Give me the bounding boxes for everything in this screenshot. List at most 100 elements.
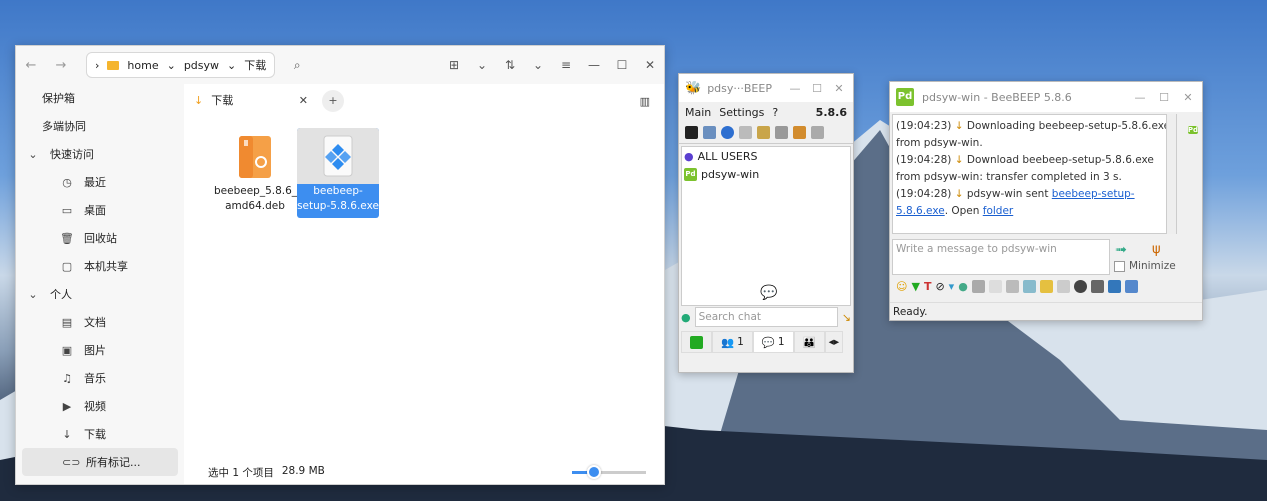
music-icon: ♫ bbox=[62, 371, 72, 385]
minimize-button[interactable]: — bbox=[787, 82, 803, 95]
font-icon[interactable]: T bbox=[924, 280, 932, 293]
tab-users[interactable]: 👥 1 bbox=[712, 331, 753, 353]
sidebar-item-documents[interactable]: ▤ 文档 bbox=[16, 308, 184, 336]
close-tab-icon[interactable]: ✕ bbox=[299, 94, 308, 107]
sidebar-item-downloads[interactable]: ↓ 下载 bbox=[16, 420, 184, 448]
send-button[interactable]: ➟ bbox=[1115, 242, 1127, 258]
share-icon[interactable] bbox=[1039, 280, 1053, 293]
maximize-button[interactable]: ☐ bbox=[608, 58, 636, 72]
trash-icon[interactable] bbox=[811, 126, 824, 139]
sidebar-item-recent[interactable]: ◷ 最近 bbox=[16, 168, 184, 196]
file-name-line2: amd64.deb bbox=[225, 200, 285, 212]
chat-message: (19:04:23) ↓ Downloading beebeep-setup-5… bbox=[896, 118, 1173, 152]
screenshot-icon[interactable] bbox=[971, 280, 985, 293]
close-button[interactable]: ✕ bbox=[1180, 91, 1196, 104]
zoom-slider[interactable] bbox=[572, 465, 646, 479]
minimize-checkbox[interactable]: Minimize bbox=[1114, 260, 1176, 272]
search-icon[interactable]: ⌕ bbox=[283, 58, 311, 73]
sidebar-section-quick-access[interactable]: ⌄ 快速访问 bbox=[16, 140, 184, 168]
minimize-button[interactable]: — bbox=[580, 58, 608, 72]
file-item[interactable]: beebeep_5.8.6_ amd64.deb bbox=[214, 128, 297, 214]
file-item-selected[interactable]: beebeep- setup-5.8.6.exe bbox=[297, 128, 379, 218]
print-icon[interactable] bbox=[1005, 280, 1019, 293]
network-icon[interactable] bbox=[721, 126, 734, 139]
clear-search-icon[interactable]: ↘ bbox=[842, 311, 851, 324]
groups-icon[interactable] bbox=[739, 126, 752, 139]
back-button[interactable]: ← bbox=[16, 58, 46, 73]
sidebar-section-label: 个人 bbox=[50, 288, 72, 301]
clear-icon[interactable] bbox=[1056, 280, 1070, 293]
sidebar-section-personal[interactable]: ⌄ 个人 bbox=[16, 280, 184, 308]
split-view-icon[interactable]: ▥ bbox=[640, 95, 650, 108]
filter-icon[interactable]: ▾ bbox=[949, 280, 955, 293]
open-folder-link[interactable]: folder bbox=[983, 205, 1013, 217]
search-chat: ● Search chat ↘ bbox=[681, 306, 851, 328]
strike-icon[interactable]: ⊘ bbox=[935, 280, 944, 293]
sidebar-item-music[interactable]: ♫ 音乐 bbox=[16, 364, 184, 392]
zoom-slider-knob[interactable] bbox=[587, 465, 602, 479]
breadcrumb-item-home[interactable]: home bbox=[127, 59, 158, 72]
chat-scrollbar[interactable] bbox=[1166, 114, 1176, 234]
tab-home[interactable] bbox=[681, 331, 712, 353]
save-chat-icon[interactable] bbox=[1107, 280, 1121, 293]
file-share-icon[interactable] bbox=[703, 126, 716, 139]
record-icon[interactable] bbox=[1073, 280, 1087, 293]
notes-icon[interactable] bbox=[757, 126, 770, 139]
sidebar-item-label: 多端协同 bbox=[42, 120, 86, 133]
maximize-button[interactable]: ☐ bbox=[809, 82, 825, 95]
tab-chats[interactable]: 💬 1 bbox=[752, 331, 794, 353]
sidebar-item-trash[interactable]: 🗑 回收站 bbox=[16, 224, 184, 252]
send-file-icon[interactable]: ● bbox=[958, 280, 968, 293]
sidebar-item-pictures[interactable]: ▣ 图片 bbox=[16, 336, 184, 364]
breadcrumb[interactable]: › home ⌄ pdsyw ⌄ 下载 bbox=[86, 52, 276, 78]
chevron-down-icon: ⌄ bbox=[28, 147, 38, 161]
chevron-down-icon[interactable]: ⌄ bbox=[167, 59, 176, 72]
breadcrumb-item-user[interactable]: pdsyw bbox=[184, 59, 219, 72]
tab-downloads[interactable]: ↓ 下载 ✕ bbox=[184, 86, 316, 116]
close-button[interactable]: ✕ bbox=[831, 82, 847, 95]
chat-member-avatar[interactable]: Pd bbox=[1187, 122, 1198, 137]
folder-icon[interactable] bbox=[1090, 280, 1104, 293]
grid-view-icon[interactable]: ⊞ bbox=[440, 58, 468, 72]
add-tab-button[interactable]: + bbox=[322, 90, 344, 112]
menu-settings[interactable]: Settings bbox=[719, 106, 764, 119]
document-icon: ▤ bbox=[61, 315, 73, 329]
chevron-down-icon[interactable]: ⌄ bbox=[468, 58, 496, 72]
message-time: (19:04:28) bbox=[896, 188, 952, 200]
refresh-icon[interactable] bbox=[1124, 280, 1138, 293]
tab-groups[interactable]: 👪 bbox=[793, 331, 825, 353]
chevron-down-icon[interactable]: ⌄ bbox=[524, 58, 552, 72]
notes-icon[interactable] bbox=[1022, 280, 1036, 293]
checkbox[interactable] bbox=[1114, 260, 1125, 272]
sidebar-item-all-tags[interactable]: ⊂⊃ 所有标记... bbox=[22, 448, 178, 476]
breadcrumb-item-downloads[interactable]: 下载 bbox=[244, 57, 266, 73]
minimize-button[interactable]: — bbox=[1132, 91, 1148, 104]
menu-main[interactable]: Main bbox=[685, 106, 711, 119]
sidebar-item-desktop[interactable]: ▭ 桌面 bbox=[16, 196, 184, 224]
close-button[interactable]: ✕ bbox=[636, 58, 664, 72]
menu-icon[interactable]: ≡ bbox=[552, 58, 580, 72]
chevron-down-icon[interactable]: ⌄ bbox=[227, 59, 236, 72]
file-view: ↓ 下载 ✕ + ▥ beebeep_5.8.6_ amd64.deb beeb… bbox=[184, 84, 664, 484]
list-item-user[interactable]: Pd pdsyw-win bbox=[682, 165, 850, 183]
voice-button[interactable]: ψ bbox=[1152, 242, 1161, 257]
sidebar-item-videos[interactable]: ▶ 视频 bbox=[16, 392, 184, 420]
tools-icon[interactable] bbox=[775, 126, 788, 139]
message-input[interactable]: Write a message to pdsyw-win bbox=[892, 239, 1110, 275]
sidebar-item-sync[interactable]: 多端协同 bbox=[16, 112, 184, 140]
plugins-icon[interactable] bbox=[793, 126, 806, 139]
tab-scroll-arrows[interactable]: ◂▸ bbox=[824, 331, 844, 353]
emoticon-icon[interactable]: ☺ bbox=[896, 280, 907, 293]
sidebar-item-safe[interactable]: 保护箱 bbox=[16, 84, 184, 112]
sort-icon[interactable]: ⇅ bbox=[496, 58, 524, 72]
file-name: beebeep- bbox=[313, 185, 363, 197]
user-status-icon[interactable] bbox=[685, 126, 698, 139]
save-icon[interactable] bbox=[988, 280, 1002, 293]
maximize-button[interactable]: ☐ bbox=[1156, 91, 1172, 104]
list-item-all-users[interactable]: ● ALL USERS bbox=[682, 147, 850, 165]
forward-button[interactable]: → bbox=[46, 58, 76, 73]
menu-help[interactable]: ? bbox=[772, 106, 778, 119]
color-icon[interactable]: ▼ bbox=[911, 280, 919, 293]
sidebar-item-share[interactable]: ▢ 本机共享 bbox=[16, 252, 184, 280]
search-input[interactable]: Search chat bbox=[694, 307, 838, 327]
